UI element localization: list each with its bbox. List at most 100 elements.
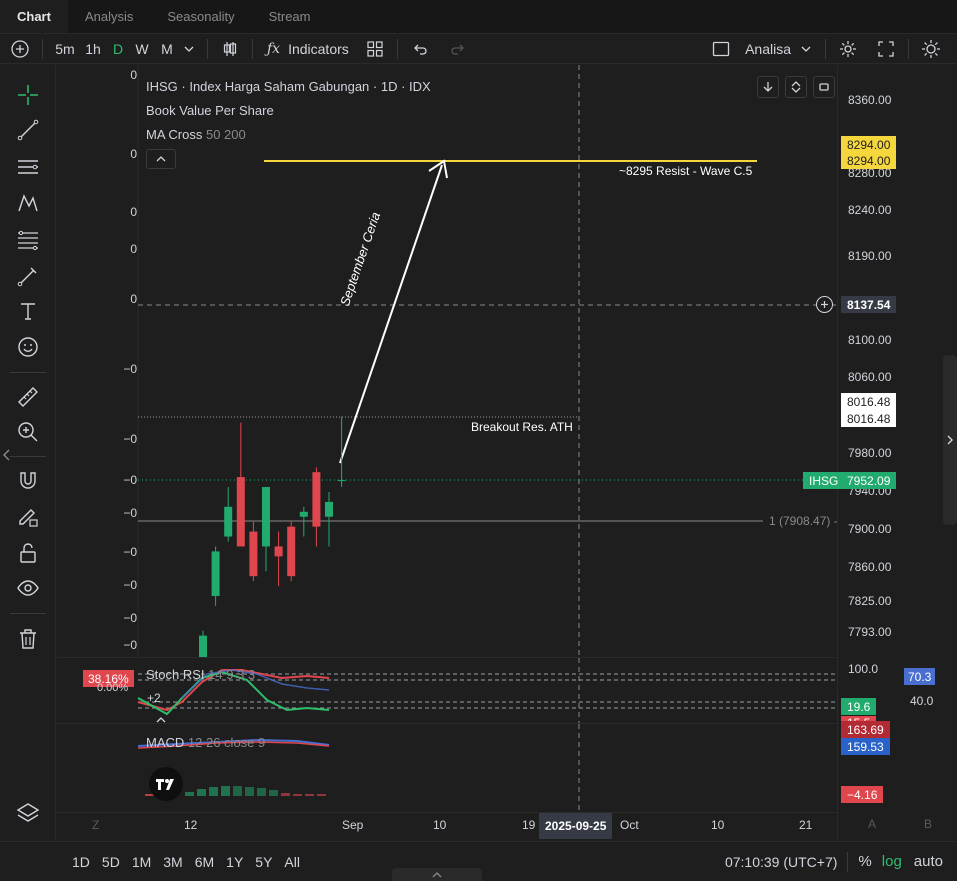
interval-1h[interactable]: 1h [79,35,107,63]
study-ma-cross[interactable]: MA Cross 50 200 [146,127,246,142]
symbol-legend[interactable]: IHSG · Index Harga Saham Gabungan · 1D ·… [146,79,431,94]
range-5y[interactable]: 5Y [255,854,272,870]
macd-hist-value: −4.16 [841,786,884,803]
interval-5m[interactable]: 5m [51,35,79,63]
lock-icon[interactable] [12,539,44,567]
collapse-left-icon[interactable] [0,441,14,469]
trend-line-icon[interactable] [12,116,44,144]
interval-w[interactable]: W [129,35,155,63]
bottom-bar: 1D 5D 1M 3M 6M 1Y 5Y All 07:10:39 (UTC+7… [0,841,957,881]
redo-icon[interactable] [444,35,472,63]
stoch-plus-label[interactable]: +2 [147,691,161,705]
restore-pane-icon[interactable] [813,76,835,98]
price-chart-pane[interactable]: IHSG · Index Harga Saham Gabungan · 1D ·… [57,65,837,657]
auto-toggle[interactable]: auto [914,853,943,870]
range-all[interactable]: All [284,854,300,870]
drawing-toolbar [0,65,56,840]
chevron-up-icon[interactable] [146,714,176,723]
ruler-icon[interactable] [12,383,44,411]
range-1d[interactable]: 1D [72,854,90,870]
study-book-value[interactable]: Book Value Per Share [146,103,274,118]
trash-icon[interactable] [12,625,44,653]
macd-legend-name: MACD [146,735,185,750]
layout-name[interactable]: Analisa [745,35,791,63]
plus-circle-icon[interactable] [816,296,833,313]
toolbar-divider [825,38,826,59]
expand-right-icon[interactable] [943,355,957,525]
left-scale-label: −0 [123,506,137,520]
clock[interactable]: 07:10:39 (UTC+7) [725,854,837,870]
candle-body [325,501,333,517]
scale-a-label[interactable]: A [868,817,876,831]
log-toggle[interactable]: log [882,853,902,870]
resist-annotation[interactable]: ~8295 Resist - Wave C.5 [619,164,752,178]
tv-logo-icon [156,779,174,790]
candle-body [199,635,207,657]
breakout-annotation[interactable]: Breakout Res. ATH [471,420,573,434]
fullscreen-icon[interactable] [872,35,900,63]
toolbar-divider [42,38,43,59]
tab-bar: Chart Analysis Seasonality Stream [0,0,957,34]
time-label: 19 [522,818,536,832]
pattern-icon[interactable] [12,189,44,217]
tab-chart[interactable]: Chart [0,0,68,33]
gear-icon[interactable] [834,35,862,63]
arrow-down-icon[interactable] [757,76,779,98]
interval-m[interactable]: M [155,35,179,63]
tab-seasonality[interactable]: Seasonality [150,0,251,33]
expand-bottom-icon[interactable] [392,868,482,881]
range-6m[interactable]: 6M [195,854,214,870]
price-axis[interactable]: 8360.00 8280.00 8240.00 8190.00 8100.00 … [803,65,942,840]
indicators-label: Indicators [288,40,349,57]
ray-label: 1 (7908.47) - [769,514,837,528]
range-3m[interactable]: 3M [163,854,182,870]
layout-square-icon[interactable] [707,35,735,63]
collapse-legend-button[interactable] [146,149,176,169]
crosshair-icon[interactable] [12,81,44,109]
stoch-d-value: 19.6 [841,698,877,715]
indicators-button[interactable]: ƒx Indicators [261,35,355,63]
fib-icon[interactable] [12,226,44,254]
chevron-down-icon[interactable] [795,35,817,63]
emoji-icon[interactable] [12,333,44,361]
stoch-left-zero: 0.00% [97,682,129,694]
tradingview-logo[interactable] [149,767,183,801]
stoch-axis-40: 40.0 [910,694,934,708]
percent-toggle[interactable]: % [858,853,871,870]
scale-z-label[interactable]: Z [92,818,99,832]
left-scale-label: −0 [123,611,137,625]
toolbar-divider [207,38,208,59]
range-1m[interactable]: 1M [132,854,151,870]
time-axis[interactable]: Z 12 Sep 10 19 2025-09-25 Oct 10 21 [57,812,837,839]
stoch-axis-100: 100.0 [848,662,879,676]
tab-stream[interactable]: Stream [252,0,328,33]
time-label: Oct [620,818,639,832]
add-symbol-icon[interactable] [6,35,34,63]
layers-icon[interactable] [0,795,56,831]
magnet-icon[interactable] [12,467,44,495]
range-5d[interactable]: 5D [102,854,120,870]
candles-icon[interactable] [216,35,244,63]
text-tool-icon[interactable] [12,297,44,325]
interval-d[interactable]: D [107,35,129,63]
right-rail [943,65,957,840]
theme-sun-icon[interactable] [917,35,945,63]
range-1y[interactable]: 1Y [226,854,243,870]
maximize-pane-icon[interactable] [785,76,807,98]
brush-icon[interactable] [12,262,44,290]
tab-analysis[interactable]: Analysis [68,0,150,33]
stoch-legend[interactable]: Stoch RSI 14 9 3 3 [146,667,255,682]
horizontal-lines-icon[interactable] [12,153,44,181]
macd-legend[interactable]: MACD 12 26 close 9 [146,735,265,750]
zoom-in-icon[interactable] [12,418,44,446]
templates-grid-icon[interactable] [361,35,389,63]
eye-icon[interactable] [12,574,44,602]
candle-body [312,472,321,527]
undo-icon[interactable] [406,35,434,63]
time-label: 21 [799,818,813,832]
macd-pane[interactable]: MACD 12 26 close 9 [57,723,837,812]
lock-pencil-icon[interactable] [12,503,44,531]
stoch-rsi-pane[interactable]: 38.16% 0.00% Stoch RSI 14 9 3 3 +2 [57,657,837,723]
scale-b-label[interactable]: B [924,817,932,831]
chevron-down-icon[interactable] [179,35,199,63]
